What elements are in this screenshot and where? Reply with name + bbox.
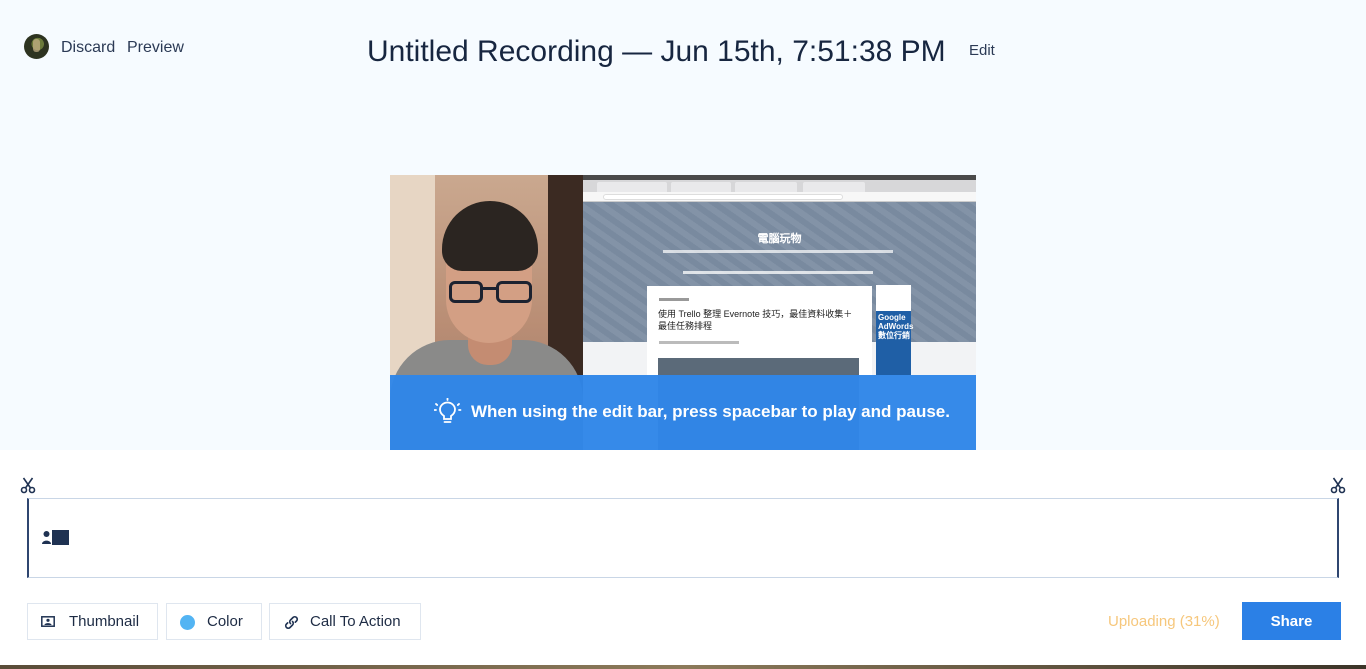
screen-article-title: 使用 Trello 整理 Evernote 技巧，最佳資料收集＋最佳任務排程 xyxy=(658,309,853,331)
call-to-action-label: Call To Action xyxy=(310,613,401,630)
color-button[interactable]: Color xyxy=(166,603,262,640)
edit-title-link[interactable]: Edit xyxy=(969,42,995,59)
lightbulb-icon xyxy=(434,398,462,423)
color-label: Color xyxy=(207,613,243,630)
screen-site-title: 電腦玩物 xyxy=(757,233,802,245)
tip-text: When using the edit bar, press spacebar … xyxy=(471,402,950,421)
discard-link[interactable]: Discard xyxy=(61,39,115,57)
bottom-edge xyxy=(0,665,1366,669)
thumbnail-button[interactable]: Thumbnail xyxy=(27,603,158,640)
thumbnail-label: Thumbnail xyxy=(69,613,140,630)
link-icon xyxy=(284,615,299,630)
preview-link[interactable]: Preview xyxy=(127,39,184,57)
edit-timeline[interactable] xyxy=(27,498,1339,578)
screen-ad-text: Google AdWords 數位行銷 xyxy=(878,313,914,340)
upload-status: Uploading (31%) xyxy=(1108,613,1220,630)
share-button[interactable]: Share xyxy=(1242,602,1341,640)
avatar[interactable] xyxy=(24,34,49,59)
color-swatch xyxy=(180,615,195,630)
trim-end-scissors-icon[interactable] xyxy=(1330,477,1346,494)
recording-title: Untitled Recording — Jun 15th, 7:51:38 P… xyxy=(367,35,946,68)
webcam-screen-track-icon xyxy=(42,530,69,545)
trim-start-scissors-icon[interactable] xyxy=(20,477,36,494)
top-bar: Discard Preview Untitled Recording — Jun… xyxy=(0,0,1366,100)
image-icon xyxy=(41,616,55,627)
call-to-action-button[interactable]: Call To Action xyxy=(269,603,421,640)
